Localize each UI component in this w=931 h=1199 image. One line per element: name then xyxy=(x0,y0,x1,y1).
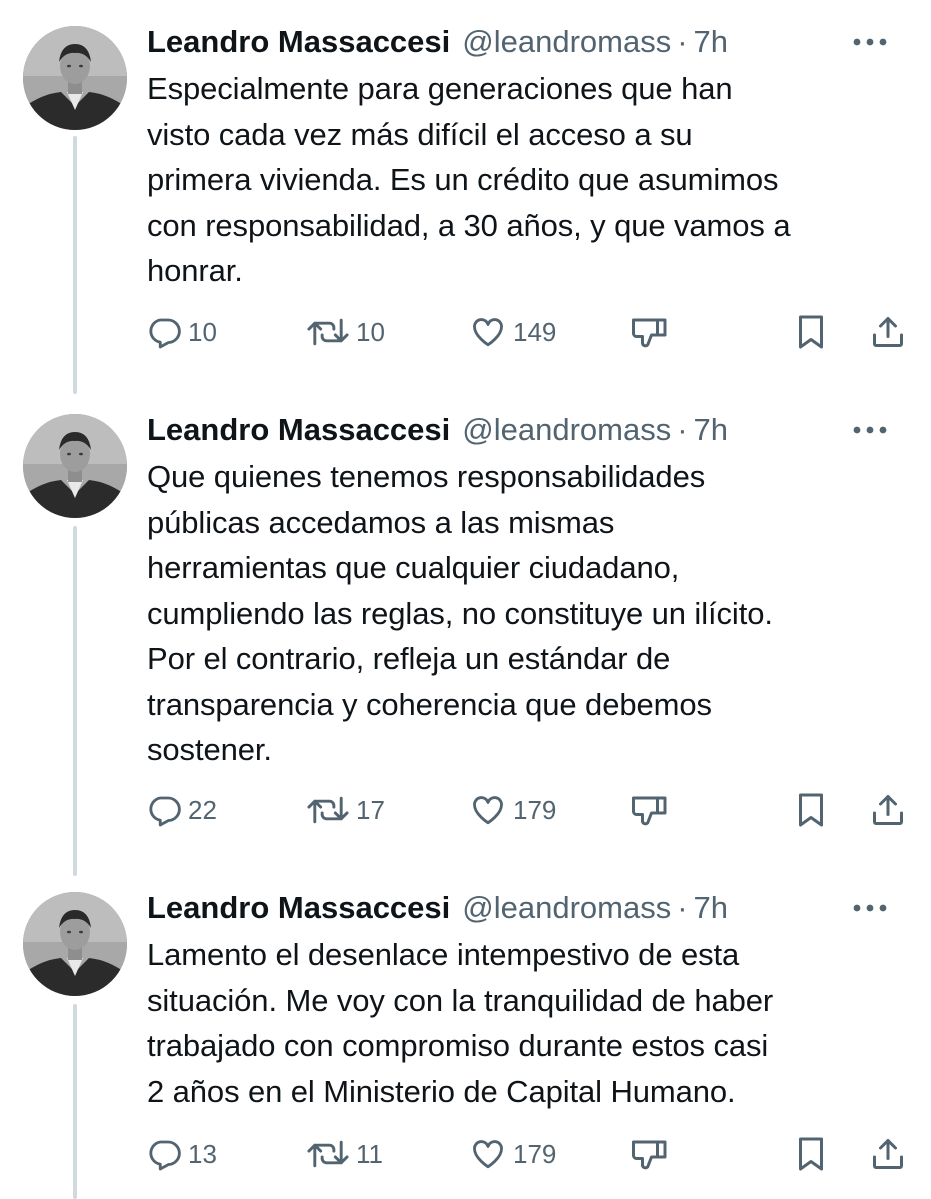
repost-button[interactable]: 17 xyxy=(306,790,385,830)
author-handle[interactable]: @leandromass xyxy=(462,412,671,448)
tweet-header: Leandro Massaccesi @leandromass · 7h xyxy=(147,888,911,928)
like-button[interactable]: 149 xyxy=(469,312,556,352)
downvote-icon xyxy=(632,318,667,348)
bookmark-icon xyxy=(799,793,823,827)
tweet[interactable]: Leandro Massaccesi @leandromass · 7h Que… xyxy=(0,400,931,878)
repost-count: 11 xyxy=(356,1138,383,1169)
like-button[interactable]: 179 xyxy=(469,1134,556,1174)
downvote-button[interactable] xyxy=(630,1134,670,1174)
tweet-header: Leandro Massaccesi @leandromass · 7h xyxy=(147,410,911,450)
separator-dot: · xyxy=(677,24,688,59)
repost-button[interactable]: 10 xyxy=(306,312,385,352)
timestamp[interactable]: 7h xyxy=(694,412,728,448)
tweet-text: Que quienes tenemos responsabilidades pú… xyxy=(147,459,773,767)
timestamp[interactable]: 7h xyxy=(694,890,728,926)
repost-icon xyxy=(307,1140,349,1168)
bookmark-icon xyxy=(799,1137,823,1171)
downvote-icon xyxy=(632,796,667,826)
author-name[interactable]: Leandro Massaccesi xyxy=(147,412,450,448)
reply-button[interactable]: 13 xyxy=(146,1134,217,1174)
like-count: 179 xyxy=(513,1138,557,1169)
more-icon[interactable] xyxy=(853,38,887,46)
like-icon xyxy=(473,1140,503,1169)
reply-icon xyxy=(149,796,181,827)
author-handle[interactable]: @leandromass xyxy=(462,890,671,926)
downvote-icon xyxy=(632,1140,667,1170)
share-icon xyxy=(873,795,903,825)
tweet-header: Leandro Massaccesi @leandromass · 7h xyxy=(147,22,911,62)
author-name[interactable]: Leandro Massaccesi xyxy=(147,24,450,60)
like-count: 149 xyxy=(513,316,557,347)
share-button[interactable] xyxy=(870,312,906,352)
tweet[interactable]: Leandro Massaccesi @leandromass · 7h Lam… xyxy=(0,878,931,1199)
bookmark-button[interactable] xyxy=(796,312,826,352)
separator-dot: · xyxy=(677,890,688,925)
reply-icon xyxy=(149,1140,181,1171)
more-icon[interactable] xyxy=(853,904,887,912)
tweet-actions: 22 17 179 xyxy=(0,790,931,830)
author-handle[interactable]: @leandromass xyxy=(462,24,671,60)
repost-button[interactable]: 11 xyxy=(306,1134,383,1174)
reply-count: 22 xyxy=(188,794,217,825)
reply-button[interactable]: 22 xyxy=(146,790,217,830)
bookmark-icon xyxy=(799,315,823,349)
reply-count: 13 xyxy=(188,1138,217,1169)
like-button[interactable]: 179 xyxy=(469,790,556,830)
tweet-text: Lamento el desenlace intempestivo de est… xyxy=(147,937,774,1109)
author-name[interactable]: Leandro Massaccesi xyxy=(147,890,450,926)
avatar-photo xyxy=(23,892,127,996)
reply-icon xyxy=(149,318,181,349)
downvote-button[interactable] xyxy=(630,312,670,352)
avatar[interactable] xyxy=(23,414,127,518)
like-icon xyxy=(473,796,503,825)
share-icon xyxy=(873,1139,903,1169)
downvote-button[interactable] xyxy=(630,790,670,830)
separator-dot: · xyxy=(677,412,688,447)
more-icon[interactable] xyxy=(853,426,887,434)
like-icon xyxy=(473,318,503,347)
avatar[interactable] xyxy=(23,892,127,996)
repost-icon xyxy=(307,318,349,346)
repost-count: 10 xyxy=(356,316,385,347)
like-count: 179 xyxy=(513,794,557,825)
share-button[interactable] xyxy=(870,1134,906,1174)
reply-count: 10 xyxy=(188,316,217,347)
avatar-photo xyxy=(23,414,127,518)
repost-icon xyxy=(307,796,349,824)
share-icon xyxy=(873,317,903,347)
share-button[interactable] xyxy=(870,790,906,830)
reply-button[interactable]: 10 xyxy=(146,312,217,352)
avatar-photo xyxy=(23,26,127,130)
tweet-actions: 10 10 149 xyxy=(0,312,931,352)
tweet[interactable]: Leandro Massaccesi @leandromass · 7h Esp… xyxy=(0,0,931,400)
tweet-text: Especialmente para generaciones que han … xyxy=(147,71,791,288)
avatar[interactable] xyxy=(23,26,127,130)
repost-count: 17 xyxy=(356,794,385,825)
tweet-actions: 13 11 179 xyxy=(0,1134,931,1174)
timestamp[interactable]: 7h xyxy=(694,24,728,60)
bookmark-button[interactable] xyxy=(796,790,826,830)
bookmark-button[interactable] xyxy=(796,1134,826,1174)
